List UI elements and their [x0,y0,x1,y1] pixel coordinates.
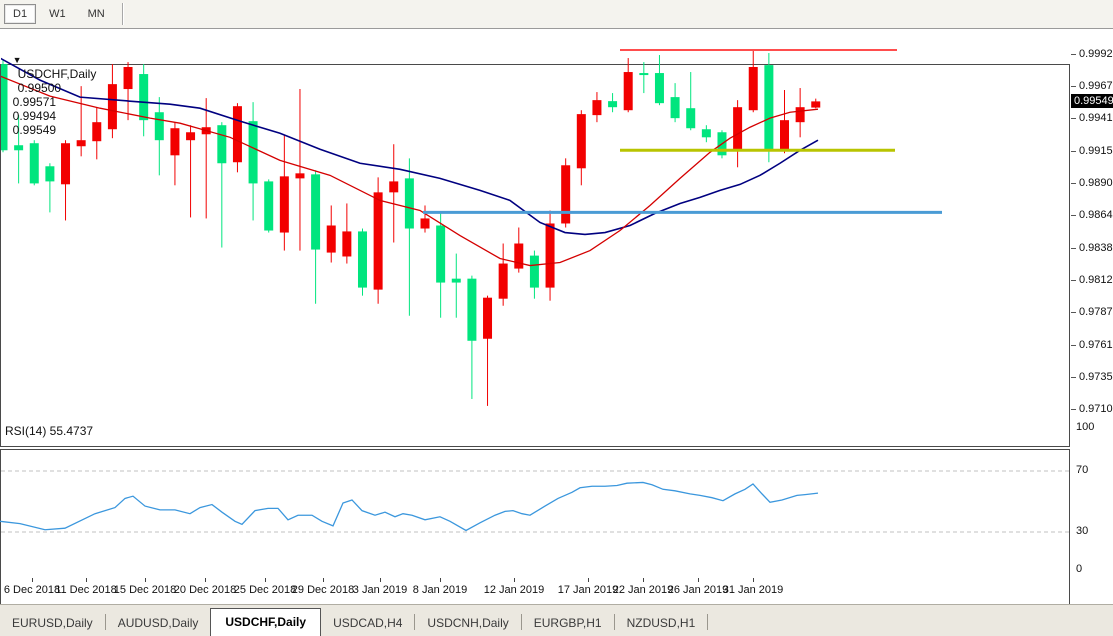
time-axis-tickmark [380,578,381,582]
price-axis-tickmark [1071,377,1076,378]
time-axis-tickmark [323,578,324,582]
price-axis-label: 0.98900 [1079,177,1113,189]
price-axis-tickmark [1071,345,1076,346]
price-axis-label: 0.99925 [1079,48,1113,60]
time-axis-label: 11 Dec 2018 [55,584,117,596]
price-axis-tickmark [1071,54,1076,55]
candlestick-series [0,50,820,406]
ohlc-open: 0.99500 [18,81,61,95]
time-axis-label: 26 Jan 2019 [668,584,729,596]
price-axis-tickmark [1071,118,1076,119]
time-axis-label: 22 Jan 2019 [613,584,674,596]
rsi-axis-label: 70 [1076,464,1113,476]
collapse-triangle-icon[interactable]: ▼ [13,55,22,65]
tab-eurusd-daily[interactable]: EURUSD,Daily [0,611,105,636]
time-axis-tickmark [440,578,441,582]
price-axis-tickmark [1071,312,1076,313]
price-axis-label: 0.97870 [1079,306,1113,318]
ohlc-close: 0.99549 [13,123,56,137]
tab-usdcnh-daily[interactable]: USDCNH,Daily [415,611,520,636]
price-axis-tickmark [1071,183,1076,184]
time-axis-tickmark [698,578,699,582]
timeframe-d1-button[interactable]: D1 [4,4,36,24]
time-axis-tickmark [265,578,266,582]
tab-usdchf-daily[interactable]: USDCHF,Daily [210,608,321,636]
price-axis-label: 0.97355 [1079,371,1113,383]
tab-divider [707,614,708,630]
rsi-line [0,482,818,530]
time-axis-tickmark [205,578,206,582]
time-axis-label: 20 Dec 2018 [174,584,236,596]
symbol-tabbar: EURUSD,Daily AUDUSD,Daily USDCHF,Daily U… [0,604,1113,636]
time-axis-label: 31 Jan 2019 [723,584,784,596]
tab-audusd-daily[interactable]: AUDUSD,Daily [106,611,211,636]
ohlc-high: 0.99571 [13,95,56,109]
tab-eurgbp-h1[interactable]: EURGBP,H1 [522,611,614,636]
time-axis-tickmark [86,578,87,582]
time-axis-tickmark [753,578,754,582]
price-axis-label: 0.99155 [1079,145,1113,157]
current-price-tag: 0.99549 [1071,94,1113,108]
rsi-indicator-label: RSI(14) 55.4737 [5,424,93,438]
toolbar-divider [122,3,124,25]
price-axis-tickmark [1071,280,1076,281]
time-axis-tickmark [145,578,146,582]
price-axis-tickmark [1071,151,1076,152]
price-axis-label: 0.98640 [1079,209,1113,221]
price-axis-label: 0.99410 [1079,112,1113,124]
price-axis-label: 0.98125 [1079,274,1113,286]
time-axis-label: 25 Dec 2018 [234,584,296,596]
time-axis-tickmark [588,578,589,582]
ohlc-low: 0.99494 [13,109,56,123]
price-axis-label: 0.97100 [1079,403,1113,415]
rsi-axis-label: 30 [1076,525,1113,537]
time-axis-tickmark [514,578,515,582]
timeframe-mn-button[interactable]: MN [79,4,114,24]
tab-nzdusd-h1[interactable]: NZDUSD,H1 [615,611,708,636]
price-axis-tickmark [1071,215,1076,216]
time-axis-tickmark [643,578,644,582]
chart-ohlc-header: ▼ USDCHF,Daily 0.99500 0.99571 0.99494 0… [6,39,96,137]
time-axis-tickmark [32,578,33,582]
time-axis-label: 15 Dec 2018 [114,584,176,596]
chart-graphics [0,0,1113,635]
time-axis-label: 6 Dec 2018 [4,584,60,596]
time-axis-label: 17 Jan 2019 [558,584,619,596]
time-axis-label: 3 Jan 2019 [353,584,407,596]
price-axis-tickmark [1071,409,1076,410]
price-axis-label: 0.98385 [1079,242,1113,254]
price-axis-label: 0.97610 [1079,339,1113,351]
price-axis-tickmark [1071,248,1076,249]
price-axis-tickmark [1071,86,1076,87]
time-axis-label: 8 Jan 2019 [413,584,467,596]
tab-usdcad-h4[interactable]: USDCAD,H4 [321,611,414,636]
chart-symbol-label: USDCHF,Daily [18,67,97,81]
time-axis-label: 29 Dec 2018 [292,584,354,596]
timeframe-toolbar: D1 W1 MN [0,0,1113,29]
price-axis-label: 0.99670 [1079,80,1113,92]
time-axis-label: 12 Jan 2019 [484,584,545,596]
rsi-axis-label: 100 [1076,421,1113,433]
rsi-axis-label: 0 [1076,563,1113,575]
timeframe-w1-button[interactable]: W1 [40,4,75,24]
